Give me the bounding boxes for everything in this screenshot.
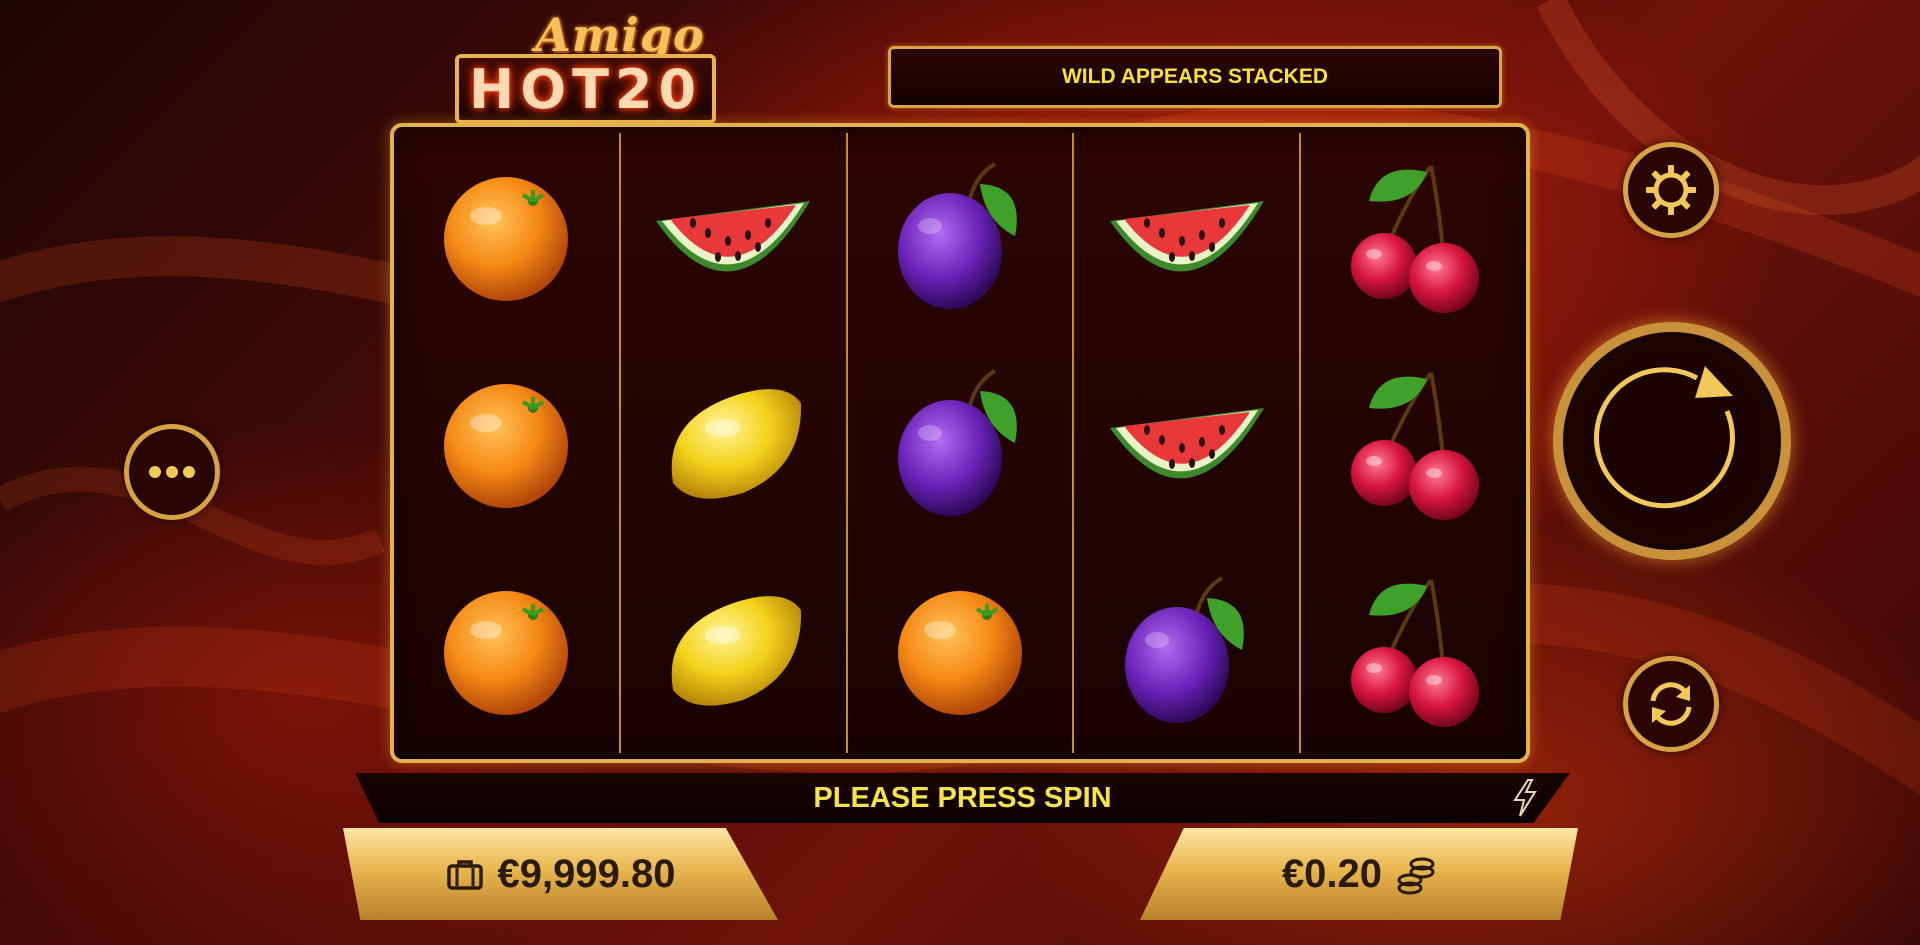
reel-5 <box>1299 133 1526 753</box>
lemon-symbol-icon <box>648 348 818 538</box>
balance-amount: €9,999.80 <box>497 851 676 896</box>
wallet-icon <box>446 860 483 890</box>
status-message: PLEASE PRESS SPIN <box>813 781 1112 814</box>
lightning-icon[interactable] <box>1510 778 1540 818</box>
plum-symbol-icon <box>875 141 1045 331</box>
balance-panel: €9,999.80 <box>343 828 778 920</box>
reel-grid <box>390 123 1530 763</box>
cherries-symbol-icon <box>1329 348 1499 538</box>
logo-main-text: HOT20 <box>455 54 717 124</box>
reel-2 <box>618 133 846 753</box>
more-dots-icon <box>149 466 195 478</box>
watermelon-symbol-icon <box>1102 348 1272 538</box>
cherries-symbol-icon <box>1329 141 1499 331</box>
reel-1 <box>394 133 619 753</box>
plum-symbol-icon <box>875 348 1045 538</box>
plum-symbol-icon <box>1102 555 1272 745</box>
spin-button[interactable] <box>1553 322 1791 560</box>
orange-symbol-icon <box>421 141 591 331</box>
game-logo: Amigo HOT20 <box>455 8 785 124</box>
orange-symbol-icon <box>421 348 591 538</box>
autoplay-button[interactable] <box>1623 656 1719 752</box>
bet-amount: €0.20 <box>1281 851 1383 896</box>
cherries-symbol-icon <box>1329 555 1499 745</box>
menu-button[interactable] <box>124 424 220 520</box>
bet-panel[interactable]: €0.20 <box>1140 828 1578 920</box>
settings-button[interactable] <box>1623 142 1719 238</box>
spin-arrow-icon <box>1594 366 1735 509</box>
status-bar: PLEASE PRESS SPIN <box>355 773 1570 823</box>
autoplay-icon <box>1650 682 1692 726</box>
info-banner: WILD APPEARS STACKED <box>888 46 1502 108</box>
coins-icon <box>1397 857 1435 895</box>
gear-icon <box>1646 165 1696 215</box>
reel-3 <box>845 133 1073 753</box>
watermelon-symbol-icon <box>648 141 818 331</box>
orange-symbol-icon <box>421 555 591 745</box>
watermelon-symbol-icon <box>1102 141 1272 331</box>
orange-symbol-icon <box>875 555 1045 745</box>
reel-4 <box>1072 133 1299 753</box>
lemon-symbol-icon <box>648 555 818 745</box>
